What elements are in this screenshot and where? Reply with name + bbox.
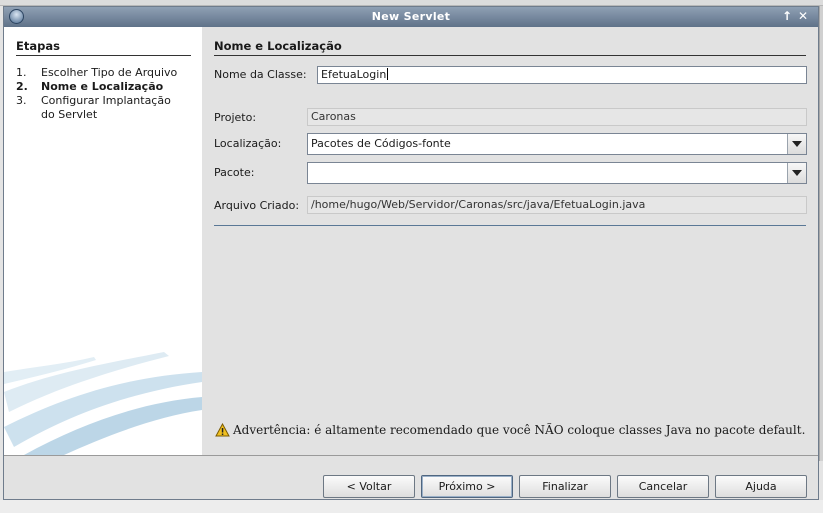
step-label: Nome e Localização: [41, 80, 164, 93]
button-bar: < Voltar Próximo > Finalizar Cancelar Aj…: [4, 455, 818, 499]
warning-icon: [215, 423, 230, 437]
text-caret: [387, 68, 389, 80]
step-number: 2.: [16, 80, 28, 93]
back-button[interactable]: < Voltar: [323, 475, 415, 498]
close-button[interactable]: ✕: [798, 10, 808, 23]
cancel-button[interactable]: Cancelar: [617, 475, 709, 498]
new-servlet-dialog: New Servlet ↑ ✕ Etapas 1. Escolher Tipo …: [3, 6, 819, 500]
section-title: Nome e Localização: [214, 39, 806, 56]
warning-message: Advertência: é altamente recomendado que…: [215, 423, 815, 437]
project-label: Projeto:: [214, 111, 257, 124]
location-value: Pacotes de Códigos-fonte: [311, 137, 451, 150]
maximize-button[interactable]: ↑: [782, 10, 792, 23]
class-name-label: Nome da Classe:: [214, 68, 307, 81]
project-field: Caronas: [307, 108, 807, 126]
help-button[interactable]: Ajuda: [715, 475, 807, 498]
step-label: Escolher Tipo de Arquivo: [41, 66, 178, 79]
chevron-down-icon[interactable]: [787, 163, 806, 183]
background-app-edge: [819, 6, 823, 461]
location-label: Localização:: [214, 137, 282, 150]
class-name-value: EfetuaLogin: [321, 68, 387, 81]
class-name-input[interactable]: EfetuaLogin: [317, 66, 807, 84]
chevron-down-icon[interactable]: [787, 134, 806, 154]
location-combo[interactable]: Pacotes de Códigos-fonte: [307, 133, 807, 155]
window-title: New Servlet: [371, 10, 451, 23]
package-combo[interactable]: [307, 162, 807, 184]
background-app-output: [0, 500, 823, 513]
step-label: Configurar Implantação: [41, 94, 171, 107]
created-file-label: Arquivo Criado:: [214, 199, 300, 212]
step-number: 3.: [16, 94, 27, 107]
wizard-swoosh-graphic: [4, 352, 202, 455]
step-number: 1.: [16, 66, 27, 79]
warning-text: é altamente recomendado que você NÃO col…: [314, 423, 806, 437]
steps-title: Etapas: [16, 39, 191, 56]
finish-button[interactable]: Finalizar: [519, 475, 611, 498]
package-label: Pacote:: [214, 166, 255, 179]
created-file-field: /home/hugo/Web/Servidor/Caronas/src/java…: [307, 196, 807, 214]
warning-prefix: Advertência:: [233, 423, 311, 437]
main-form-panel: Nome e Localização Nome da Classe: Efetu…: [202, 27, 818, 455]
next-button[interactable]: Próximo >: [421, 475, 513, 498]
step-label: do Servlet: [41, 108, 98, 121]
title-bar[interactable]: New Servlet ↑ ✕: [4, 7, 818, 27]
separator: [214, 225, 806, 226]
steps-panel: Etapas 1. Escolher Tipo de Arquivo 2. No…: [4, 27, 202, 455]
